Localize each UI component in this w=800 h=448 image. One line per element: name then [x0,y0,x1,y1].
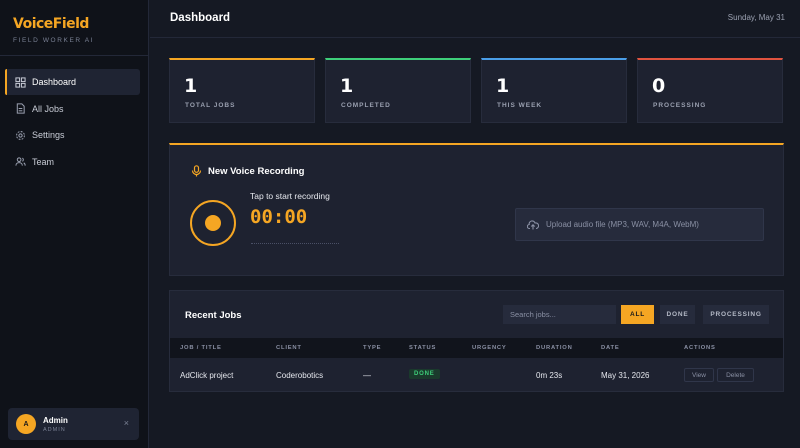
column-header: CLIENT [276,345,302,351]
sidebar-item-label: Dashboard [32,77,77,87]
job-title: AdClick project [180,371,234,380]
sidebar-item-all-jobs[interactable]: All Jobs [5,96,140,122]
stat-value: 1 [184,75,198,97]
stat-card-processing: 0 PROCESSING [637,58,783,123]
column-header: DURATION [536,345,573,351]
search-input[interactable] [503,305,616,324]
upload-audio-button[interactable]: Upload audio file (MP3, WAV, M4A, WebM) [515,208,764,241]
stat-value: 1 [340,75,354,97]
sidebar-item-label: Team [32,156,55,167]
status-badge: DONE [409,369,440,379]
column-header: ACTIONS [684,345,716,351]
column-header: JOB / TITLE [180,345,222,351]
sidebar-item-team[interactable]: Team [5,149,140,175]
filter-all-button[interactable]: ALL [621,305,654,324]
stat-label: PROCESSING [653,102,707,109]
stat-card-completed: 1 COMPLETED [325,58,471,123]
filter-done-button[interactable]: DONE [660,305,695,324]
filter-processing-button[interactable]: PROCESSING [703,305,769,324]
stat-value: 1 [496,75,510,97]
stat-label: THIS WEEK [497,102,543,109]
job-date: May 31, 2026 [601,371,650,380]
sidebar: VoiceField FIELD WORKER AI Dashboard All… [0,0,149,448]
delete-button[interactable]: Delete [717,368,754,382]
recent-jobs-panel: Recent Jobs ALL DONE PROCESSING JOB / TI… [169,290,784,392]
recording-heading: New Voice Recording [191,165,304,177]
upload-cloud-icon [527,219,539,229]
user-card[interactable]: A Admin ADMIN × [8,408,139,440]
view-button[interactable]: View [684,368,714,382]
users-icon [15,157,26,166]
voice-recording-panel: New Voice Recording Tap to start recordi… [169,143,784,276]
user-name: Admin [43,415,68,425]
sidebar-item-label: Settings [32,130,65,140]
avatar: A [16,414,36,434]
recording-hint: Tap to start recording [250,191,330,201]
microphone-icon [191,165,202,177]
document-icon [16,103,25,114]
recent-jobs-title: Recent Jobs [185,310,242,321]
table-header: JOB / TITLE CLIENT TYPE STATUS URGENCY D… [170,338,783,358]
record-button[interactable] [190,200,236,246]
job-duration: 0m 23s [536,371,563,380]
brand-logo[interactable]: VoiceField [13,16,135,32]
stat-card-this-week: 1 THIS WEEK [481,58,627,123]
table-row[interactable]: AdClick project Coderobotics — DONE 0m 2… [170,358,783,391]
stat-label: TOTAL JOBS [185,102,236,109]
close-icon[interactable]: × [124,418,129,428]
sidebar-item-settings[interactable]: Settings [5,122,140,148]
column-header: DATE [601,345,620,351]
stat-value: 0 [652,75,666,97]
brand-subtitle: FIELD WORKER AI [13,37,95,44]
column-header: STATUS [409,345,437,351]
recording-title: New Voice Recording [208,165,305,177]
job-client: Coderobotics [276,371,324,380]
sidebar-nav: Dashboard All Jobs Settings Team [0,56,148,175]
stat-card-total-jobs: 1 TOTAL JOBS [169,58,315,123]
waveform-placeholder [251,243,339,244]
gear-icon [16,130,25,140]
column-header: TYPE [363,345,382,351]
upload-label: Upload audio file (MP3, WAV, M4A, WebM) [546,220,699,229]
page-title: Dashboard [170,12,231,24]
column-header: URGENCY [472,345,507,351]
recording-timer: 00:00 [250,206,308,228]
top-header: Dashboard Sunday, May 31 [150,0,800,38]
sidebar-item-label: All Jobs [32,103,64,114]
sidebar-item-dashboard[interactable]: Dashboard [5,69,140,95]
stat-label: COMPLETED [341,102,391,109]
user-role: ADMIN [43,426,66,433]
current-date: Sunday, May 31 [727,13,785,22]
job-type: — [363,371,371,380]
grid-icon [15,76,26,88]
brand: VoiceField FIELD WORKER AI [0,0,148,56]
user-meta: Admin ADMIN [43,416,68,433]
